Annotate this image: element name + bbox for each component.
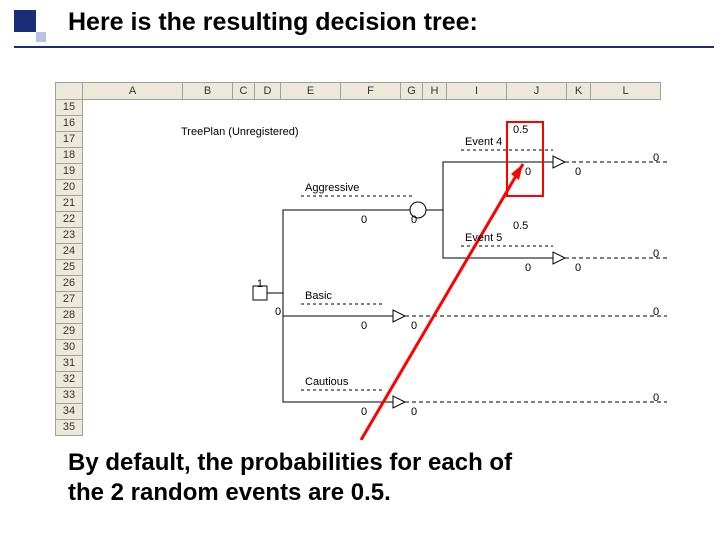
branch-aggressive-payoff: 0 (411, 214, 417, 226)
column-headers: ABCDEFGHIJKL (55, 82, 661, 100)
row-header-27: 27 (55, 292, 83, 308)
row-header-33: 33 (55, 388, 83, 404)
branch-basic-label: Basic (305, 290, 332, 302)
col-header-D: D (255, 82, 281, 100)
spreadsheet-screenshot: ABCDEFGHIJKL 151617181920212223242526272… (55, 82, 667, 440)
col-header-L: L (591, 82, 661, 100)
col-header-E: E (281, 82, 341, 100)
branch-basic-left0: 0 (275, 306, 281, 318)
slide-title: Here is the resulting decision tree: (68, 8, 478, 37)
event5-label: Event 5 (465, 232, 502, 244)
event4-payoff: 0 (525, 166, 531, 178)
row-header-24: 24 (55, 244, 83, 260)
col-header-F: F (341, 82, 401, 100)
event4-terminal: 0 (575, 166, 581, 178)
branch-basic-value: 0 (361, 320, 367, 332)
footer-line-1: By default, the probabilities for each o… (68, 449, 512, 476)
row-header-26: 26 (55, 276, 83, 292)
row-header-18: 18 (55, 148, 83, 164)
branch-aggressive-value: 0 (361, 214, 367, 226)
branch-aggressive-label: Aggressive (305, 182, 359, 194)
event5-right-terminal: 0 (653, 248, 659, 260)
event5-prob: 0.5 (513, 220, 528, 232)
col-header-I: I (447, 82, 507, 100)
slide-footer: By default, the probabilities for each o… (68, 448, 680, 508)
footer-line-2: the 2 random events are 0.5. (68, 479, 391, 506)
row-header-22: 22 (55, 212, 83, 228)
col-header-J: J (507, 82, 567, 100)
row-header-21: 21 (55, 196, 83, 212)
row-header-16: 16 (55, 116, 83, 132)
row-header-31: 31 (55, 356, 83, 372)
decision-tree-overlay: TreePlan (Unregistered) 1 Aggressive 0 0… (83, 100, 667, 440)
branch-cautious-label: Cautious (305, 376, 348, 388)
row-headers: 1516171819202122232425262728293031323334… (55, 100, 83, 436)
tree-root-value: 1 (243, 278, 263, 290)
row-header-29: 29 (55, 324, 83, 340)
event5-payoff: 0 (525, 262, 531, 274)
branch-cautious-terminal: 0 (653, 392, 659, 404)
branch-cautious-value: 0 (361, 406, 367, 418)
col-header-K: K (567, 82, 591, 100)
row-header-35: 35 (55, 420, 83, 436)
row-header-23: 23 (55, 228, 83, 244)
col-header-H: H (423, 82, 447, 100)
branch-basic-payoff: 0 (411, 320, 417, 332)
event5-terminal: 0 (575, 262, 581, 274)
col-header-G: G (401, 82, 423, 100)
event4-prob: 0.5 (513, 124, 528, 136)
row-header-32: 32 (55, 372, 83, 388)
row-header-34: 34 (55, 404, 83, 420)
col-header-B: B (183, 82, 233, 100)
corner-decoration (14, 10, 58, 54)
tree-root-label: TreePlan (Unregistered) (181, 126, 299, 138)
col-header-C: C (233, 82, 255, 100)
event4-label: Event 4 (465, 136, 502, 148)
branch-cautious-payoff: 0 (411, 406, 417, 418)
row-header-30: 30 (55, 340, 83, 356)
row-header-20: 20 (55, 180, 83, 196)
row-header-28: 28 (55, 308, 83, 324)
col-header-A: A (83, 82, 183, 100)
branch-basic-terminal: 0 (653, 306, 659, 318)
row-header-17: 17 (55, 132, 83, 148)
row-header-25: 25 (55, 260, 83, 276)
event4-right-terminal: 0 (653, 152, 659, 164)
row-header-15: 15 (55, 100, 83, 116)
row-header-19: 19 (55, 164, 83, 180)
